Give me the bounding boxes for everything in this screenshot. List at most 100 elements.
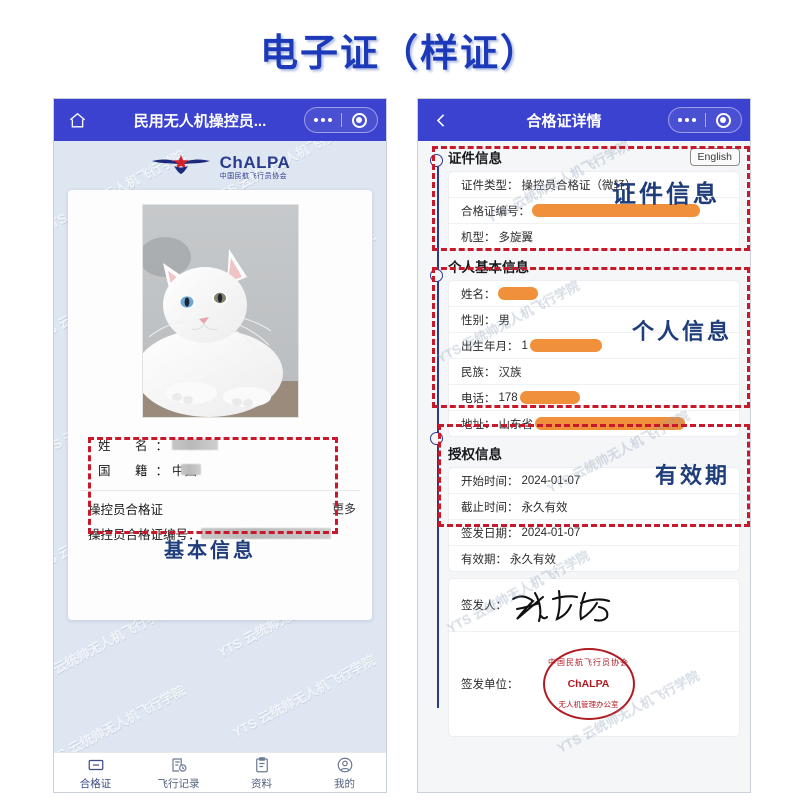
row-cert-type: 证件类型： 操控员合格证（微轻） <box>449 172 739 198</box>
document-icon <box>255 756 268 772</box>
card-divider <box>80 490 360 491</box>
row-end-date-value: 永久有效 <box>521 501 568 514</box>
row-validity-value: 永久有效 <box>510 553 556 566</box>
section-title-cert: 证件信息 <box>448 151 502 166</box>
row-model-value: 多旋翼 <box>498 231 534 244</box>
row-address-redaction <box>535 417 685 430</box>
cert-no-redaction <box>200 528 331 539</box>
row-end-date-label: 截止时间： <box>461 501 519 514</box>
row-issue-date-label: 签发日期： <box>461 527 519 540</box>
wechat-capsule-left[interactable] <box>304 107 378 133</box>
row-gender-value: 男 <box>498 314 511 327</box>
card-field-name-label: 姓 名 <box>98 439 154 453</box>
left-nav-title: 民用无人机操控员... <box>133 112 267 130</box>
phone-screenshot-right: 合格证详情 YTS 云统帅无人机飞行学院 YTS 云统帅无人机飞行学院 YTS … <box>417 98 751 793</box>
row-gender: 性别： 男 <box>449 307 739 333</box>
row-name-label: 姓名： <box>461 288 496 301</box>
row-ethnicity-value: 汉族 <box>498 366 522 379</box>
tab-certificate-label: 合格证 <box>79 777 112 790</box>
row-start-date-value: 2024-01-07 <box>521 474 581 487</box>
right-nav-title: 合格证详情 <box>526 112 602 130</box>
tab-materials[interactable]: 资料 <box>220 756 303 791</box>
row-issuer-label: 签发人： <box>461 600 507 612</box>
cert-row[interactable]: 操控员合格证 更多 <box>80 497 360 520</box>
row-phone-label: 电话： <box>461 392 496 405</box>
card-field-name-colon: ： <box>155 439 169 453</box>
timeline-dot-cert <box>430 154 443 167</box>
row-address: 地址： 山东省 <box>449 411 739 436</box>
row-gender-label: 性别： <box>461 314 496 327</box>
card-icon <box>88 759 103 770</box>
flight-log-icon <box>171 757 186 772</box>
row-address-label: 地址： <box>461 418 496 431</box>
card-field-nationality: 国 籍 ： 中国 <box>80 457 360 482</box>
row-cert-type-value: 操控员合格证（微轻） <box>521 179 637 192</box>
more-link[interactable]: 更多 <box>332 500 356 517</box>
tab-profile[interactable]: 我的 <box>303 756 386 791</box>
english-button[interactable]: English <box>689 148 740 166</box>
section-header-cert: 证件信息 English <box>448 147 740 167</box>
timeline-dot-authorization <box>430 432 443 445</box>
row-birth-redaction <box>529 339 602 352</box>
seal-text-bottom: 无人机管理办公室 <box>558 700 619 709</box>
row-birth: 出生年月： 1 <box>449 333 739 359</box>
section-timeline <box>430 149 446 708</box>
left-navbar: 民用无人机操控员... <box>54 99 386 141</box>
row-cert-type-label: 证件类型： <box>461 179 519 192</box>
home-icon[interactable] <box>54 111 100 130</box>
card-field-nationality-label: 国 籍 <box>98 464 154 478</box>
row-end-date: 截止时间： 永久有效 <box>449 494 739 520</box>
section-title-personal: 个人基本信息 <box>448 260 529 275</box>
chalpa-brand-text: ChALPA 中国民航飞行员协会 <box>220 154 291 180</box>
circle-target-icon[interactable] <box>706 112 742 128</box>
wechat-capsule-right[interactable] <box>668 107 742 133</box>
panel-personal-info: 姓名： 性别： 男 出生年月： 1 民族： 汉族 电话： 178 地址： 山东省 <box>448 280 740 437</box>
chalpa-name-cn: 中国民航飞行员协会 <box>219 172 288 180</box>
tab-certificate[interactable]: 合格证 <box>54 756 137 791</box>
tab-flight-log[interactable]: 飞行记录 <box>137 756 220 791</box>
card-field-name: 姓 名 ： <box>80 432 360 457</box>
chevron-left-icon[interactable] <box>418 112 464 129</box>
row-issuing-org-label: 签发单位： <box>461 679 519 691</box>
row-ethnicity: 民族： 汉族 <box>449 359 739 385</box>
handwritten-signature <box>511 589 611 623</box>
user-icon <box>337 757 352 772</box>
row-issuer: 签发人： <box>449 579 739 632</box>
row-cert-no: 合格证编号： <box>449 198 739 224</box>
row-validity: 有效期： 永久有效 <box>449 546 739 571</box>
section-header-personal: 个人基本信息 <box>448 256 740 276</box>
phone-screenshot-left: 民用无人机操控员... YTS 云统帅无人机飞行学院 YTS 云统帅无人机飞行学… <box>53 98 387 793</box>
watermark-text: YTS 云统帅无人机飞行学院 <box>54 682 188 752</box>
panel-signature: 签发人： 签发单位： 中国民航飞行员协会 ChALPA 无人机管理办公室 <box>448 578 740 737</box>
more-dots-icon[interactable] <box>669 118 705 122</box>
card-field-name-redaction <box>172 439 219 450</box>
row-name-redaction <box>497 287 538 300</box>
cat-photo-illustration <box>142 205 298 417</box>
cert-no-label: 操控员合格证编号： <box>88 528 201 542</box>
row-model: 机型： 多旋翼 <box>449 224 739 249</box>
card-field-nationality-redaction <box>181 464 202 475</box>
chalpa-wings-logo <box>150 153 212 180</box>
cert-no-row: 操控员合格证编号： <box>80 520 360 545</box>
timeline-dot-personal <box>430 269 443 282</box>
official-seal: 中国民航飞行员协会 ChALPA 无人机管理办公室 <box>542 648 635 720</box>
page-title: 电子证（样证） <box>259 33 540 75</box>
row-start-date-label: 开始时间： <box>461 475 519 488</box>
more-dots-icon[interactable] <box>305 118 341 122</box>
id-card: 姓 名 ： 国 籍 ： 中国 操控员合格证 更多 操控员合格证编号： <box>68 190 372 620</box>
card-field-nationality-colon: ： <box>155 464 169 478</box>
chalpa-brand: ChALPA 中国民航飞行员协会 <box>54 141 386 188</box>
row-birth-value: 1 <box>521 339 528 352</box>
tab-profile-label: 我的 <box>334 777 355 790</box>
row-issue-date: 签发日期： 2024-01-07 <box>449 520 739 546</box>
section-title-authorization: 授权信息 <box>448 447 502 462</box>
tab-materials-label: 资料 <box>251 777 272 790</box>
left-phone-body: YTS 云统帅无人机飞行学院 YTS 云统帅无人机飞行学院 YTS 云统帅无人机… <box>54 141 386 752</box>
circle-target-icon[interactable] <box>342 112 378 128</box>
panel-authorization: 开始时间： 2024-01-07 截止时间： 永久有效 签发日期： 2024-0… <box>448 467 740 572</box>
right-navbar: 合格证详情 <box>418 99 750 141</box>
tab-flight-log-label: 飞行记录 <box>157 777 200 790</box>
row-issuing-org: 签发单位： 中国民航飞行员协会 ChALPA 无人机管理办公室 <box>449 632 739 736</box>
row-address-value: 山东省 <box>498 418 534 431</box>
section-header-authorization: 授权信息 <box>448 443 740 463</box>
